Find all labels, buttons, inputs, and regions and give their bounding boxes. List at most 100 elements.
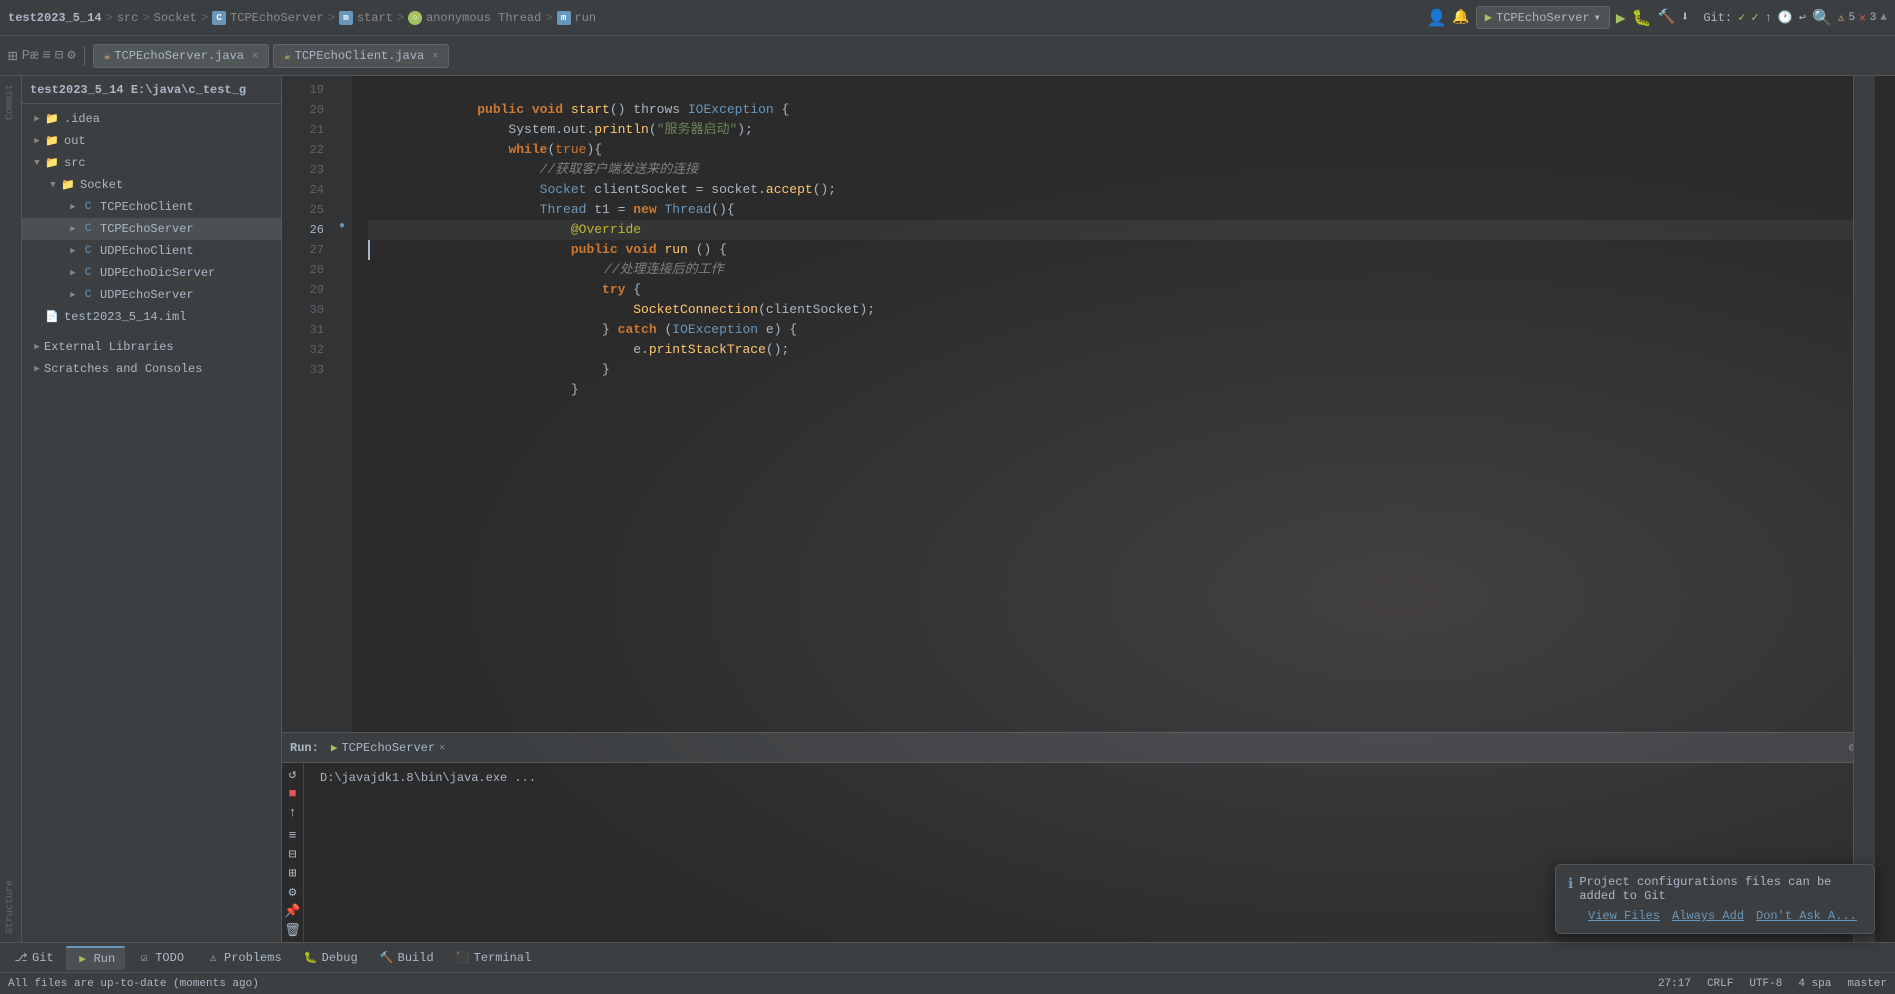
filter-btn[interactable]: ⊟ bbox=[284, 847, 302, 862]
pin-btn[interactable]: 📌 bbox=[284, 904, 302, 919]
bottom-tab-problems[interactable]: ⚠ Problems bbox=[196, 947, 292, 969]
git-undo[interactable]: ↩ bbox=[1799, 10, 1806, 25]
run-config[interactable]: ▶ TCPEchoServer ▾ bbox=[1476, 6, 1610, 29]
close-run-tab[interactable]: ✕ bbox=[439, 742, 445, 754]
tab-label-1: TCPEchoServer.java bbox=[114, 49, 244, 63]
run-command: D:\javajdk1.8\bin\java.exe ... bbox=[320, 771, 536, 785]
code-container[interactable]: 19 20 21 22 23 24 25 26 27 28 29 30 31 3… bbox=[282, 76, 1875, 732]
status-right: 27:17 CRLF UTF-8 4 spa master bbox=[1658, 978, 1887, 990]
sep2: > bbox=[142, 11, 149, 25]
warning-error-count: ⚠ 5 ✕ 3 ▲ bbox=[1838, 11, 1887, 25]
nav-back[interactable]: ⊞ bbox=[8, 46, 18, 66]
tab-tcpechoserver[interactable]: ☕ TCPEchoServer.java ✕ bbox=[93, 44, 269, 68]
anon-icon: ○ bbox=[408, 11, 422, 25]
tree-out[interactable]: ▶ 📁 out bbox=[22, 130, 281, 152]
debug-icon: 🐛 bbox=[304, 951, 318, 965]
close-tab-1[interactable]: ✕ bbox=[252, 50, 258, 62]
notification-popup: ℹ Project configurations files can be ad… bbox=[1555, 864, 1875, 934]
scrollup-btn[interactable]: ↑ bbox=[284, 805, 302, 820]
notification-bell[interactable]: 🔔 bbox=[1452, 9, 1469, 26]
status-charset[interactable]: UTF-8 bbox=[1749, 978, 1782, 990]
search-icon-main[interactable]: 🔍 bbox=[1812, 8, 1832, 28]
build-btn[interactable]: 🔨 bbox=[1657, 9, 1674, 26]
terminal-icon: ⬛ bbox=[456, 951, 470, 965]
git-history[interactable]: 🕐 bbox=[1778, 10, 1793, 25]
breadcrumb-anon[interactable]: anonymous Thread bbox=[426, 11, 541, 25]
breadcrumb-src[interactable]: src bbox=[117, 11, 139, 25]
debug-btn[interactable]: 🐛 bbox=[1632, 8, 1652, 28]
settings2-btn[interactable]: ⚙ bbox=[284, 885, 302, 900]
coverage-btn[interactable]: ⬇ bbox=[1681, 9, 1689, 26]
run-tab-icon: ▶ bbox=[331, 741, 338, 755]
breadcrumb-run[interactable]: run bbox=[575, 11, 597, 25]
code-line-27: //处理连接后的工作 bbox=[368, 240, 1875, 260]
code-content[interactable]: public void start() throws IOException {… bbox=[352, 76, 1875, 732]
breadcrumb-project[interactable]: test2023_5_14 bbox=[8, 11, 102, 25]
tree-external[interactable]: ▶ External Libraries bbox=[22, 336, 281, 358]
line-num-28: 28 bbox=[282, 260, 324, 280]
tree-label-scratches: Scratches and Consoles bbox=[44, 362, 202, 376]
bottom-tab-git[interactable]: ⎇ Git bbox=[4, 947, 64, 969]
line-num-19: 19 bbox=[282, 80, 324, 100]
project-tree: ▶ 📁 .idea ▶ 📁 out ▼ 📁 src ▼ 📁 Socket ▶ bbox=[22, 104, 281, 942]
bottom-tab-terminal[interactable]: ⬛ Terminal bbox=[446, 947, 542, 969]
code-line-23: Socket clientSocket = socket.accept(); bbox=[368, 160, 1875, 180]
punc-33: } bbox=[446, 382, 579, 397]
breadcrumb-socket[interactable]: Socket bbox=[154, 11, 197, 25]
tree-scratches[interactable]: ▶ Scratches and Consoles bbox=[22, 358, 281, 380]
wrap-btn[interactable]: ≡ bbox=[284, 828, 302, 843]
close-tab-2[interactable]: ✕ bbox=[432, 50, 438, 62]
bottom-tab-debug[interactable]: 🐛 Debug bbox=[294, 947, 368, 969]
status-left-text: All files are up-to-date (moments ago) bbox=[8, 978, 1642, 990]
status-indent[interactable]: 4 spa bbox=[1798, 978, 1831, 990]
tab-tcpechoclient[interactable]: ☕ TCPEchoClient.java ✕ bbox=[273, 44, 449, 68]
structure-tab[interactable]: Structure bbox=[5, 880, 16, 934]
tree-udpechodicserver[interactable]: ▶ C UDPEchoDicServer bbox=[22, 262, 281, 284]
breadcrumb-class[interactable]: TCPEchoServer bbox=[230, 11, 324, 25]
gutter-33 bbox=[332, 356, 352, 376]
tree-tcpechoclient[interactable]: ▶ C TCPEchoClient bbox=[22, 196, 281, 218]
tree-iml[interactable]: ▶ 📄 test2023_5_14.iml bbox=[22, 306, 281, 328]
error-count: 3 bbox=[1870, 12, 1877, 24]
bottom-tab-run[interactable]: ▶ Run bbox=[66, 946, 126, 970]
user-icon[interactable]: 👤 bbox=[1426, 8, 1446, 28]
tree-src[interactable]: ▼ 📁 src bbox=[22, 152, 281, 174]
status-branch[interactable]: master bbox=[1847, 978, 1887, 990]
commit-tab[interactable]: Commit bbox=[5, 84, 16, 120]
tree-tcpechoserver[interactable]: ▶ C TCPEchoServer bbox=[22, 218, 281, 240]
bottom-tab-todo[interactable]: ☑ TODO bbox=[127, 947, 194, 969]
dont-ask-link[interactable]: Don't Ask A... bbox=[1756, 909, 1857, 923]
split-editor[interactable]: ⊟ bbox=[55, 47, 63, 64]
build-tab-label: Build bbox=[398, 951, 434, 965]
arrow-tcpechoclient: ▶ bbox=[66, 202, 80, 212]
run-btn[interactable]: ▶ bbox=[1616, 8, 1626, 28]
line-num-30: 30 bbox=[282, 300, 324, 320]
toggle-tree[interactable]: ≡ bbox=[42, 48, 50, 64]
run-tab-label: TCPEchoServer bbox=[341, 741, 435, 755]
warning-count: 5 bbox=[1849, 12, 1856, 24]
git-check2[interactable]: ✓ bbox=[1751, 10, 1758, 25]
nav-fwd[interactable]: Pæ bbox=[22, 48, 39, 64]
folder-icon-idea: 📁 bbox=[44, 111, 60, 127]
git-check1[interactable]: ✓ bbox=[1738, 10, 1745, 25]
gutter-25 bbox=[332, 196, 352, 216]
settings-btn[interactable]: ⚙ bbox=[67, 47, 75, 64]
tree-idea[interactable]: ▶ 📁 .idea bbox=[22, 108, 281, 130]
bottom-tab-build[interactable]: 🔨 Build bbox=[370, 947, 444, 969]
trash-btn[interactable]: 🗑 bbox=[284, 923, 302, 938]
breadcrumb-start[interactable]: start bbox=[357, 11, 393, 25]
always-add-link[interactable]: Always Add bbox=[1672, 909, 1744, 923]
rerun-btn[interactable]: ↺ bbox=[284, 767, 302, 782]
status-crlf[interactable]: CRLF bbox=[1707, 978, 1733, 990]
git-push[interactable]: ↑ bbox=[1765, 11, 1772, 25]
gutter-23 bbox=[332, 156, 352, 176]
line-num-26: 26 bbox=[282, 220, 324, 240]
code-line-22: //获取客户端发送来的连接 bbox=[368, 140, 1875, 160]
tree-udpechoclient[interactable]: ▶ C UDPEchoClient bbox=[22, 240, 281, 262]
autoscroll-btn[interactable]: ⊞ bbox=[284, 866, 302, 881]
view-files-link[interactable]: View Files bbox=[1588, 909, 1660, 923]
tree-socket[interactable]: ▼ 📁 Socket bbox=[22, 174, 281, 196]
tree-udpechoserver[interactable]: ▶ C UDPEchoServer bbox=[22, 284, 281, 306]
stop-btn[interactable]: ■ bbox=[284, 786, 302, 801]
run-tab-server[interactable]: ▶ TCPEchoServer ✕ bbox=[327, 741, 449, 755]
